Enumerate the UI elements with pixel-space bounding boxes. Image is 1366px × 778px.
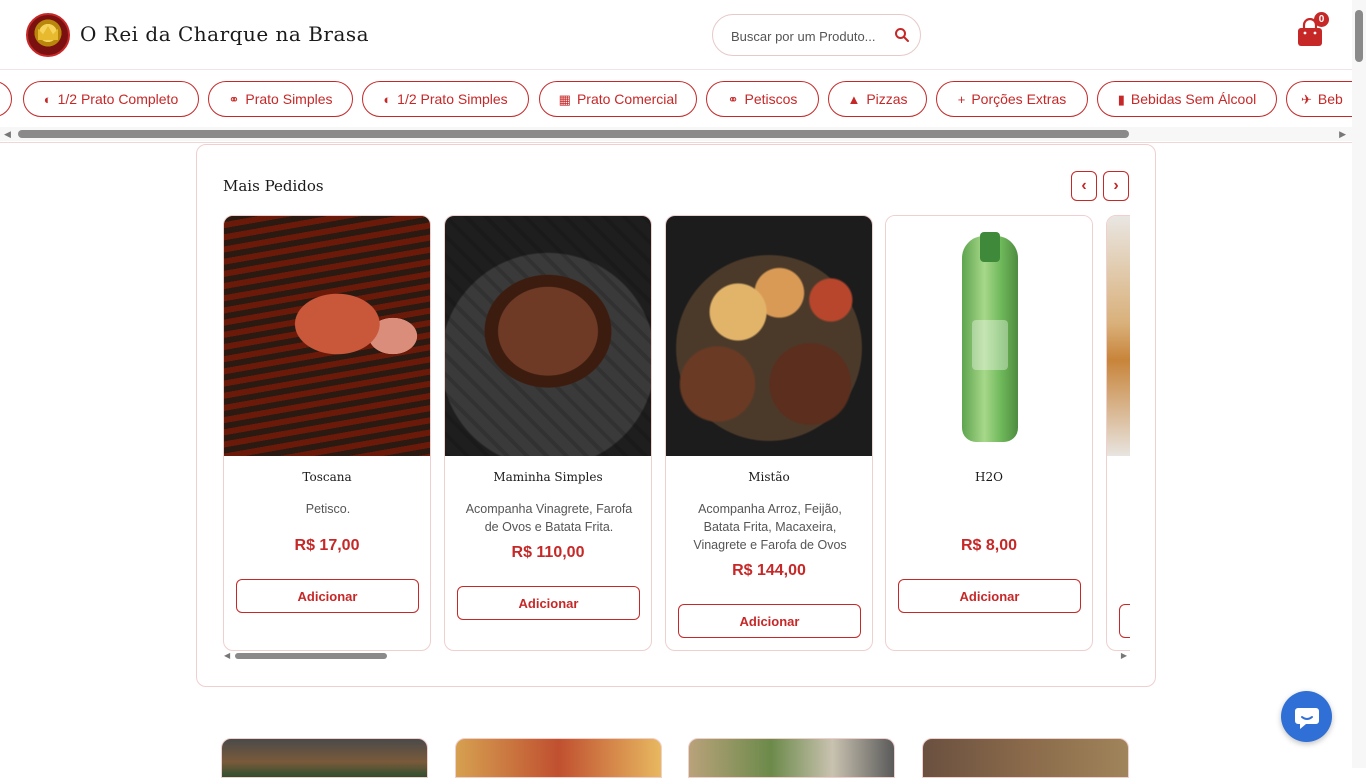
carousel-scrollbar-thumb[interactable] — [235, 653, 387, 659]
page-scrollbar-thumb[interactable] — [1355, 10, 1363, 62]
carousel-scrollbar[interactable]: ◀ ▶ — [223, 650, 1130, 662]
product-name: Maminha Simples — [493, 470, 603, 484]
product-card-thumbnail[interactable] — [688, 738, 895, 778]
brand-name[interactable]: O Rei da Charque na Brasa — [80, 22, 369, 46]
product-card-thumbnail[interactable] — [455, 738, 662, 778]
carousel-next-button[interactable]: › — [1103, 171, 1129, 201]
product-image[interactable] — [886, 216, 1092, 456]
category-chip-prato-simples[interactable]: ⚭ Prato Simples — [208, 81, 353, 117]
product-card-partial[interactable] — [1106, 215, 1130, 651]
add-to-cart-button[interactable]: Adicionar — [898, 579, 1081, 613]
add-to-cart-button[interactable]: Adicionar — [678, 604, 861, 638]
product-card[interactable]: Maminha Simples Acompanha Vinagrete, Far… — [444, 215, 652, 651]
category-label: 1/2 Prato Completo — [57, 91, 179, 107]
add-to-cart-button[interactable] — [1119, 604, 1130, 638]
product-description: Petisco. — [305, 502, 351, 516]
logo-crown-icon[interactable] — [26, 13, 70, 57]
category-chip-prato-comercial[interactable]: ▦ Prato Comercial — [539, 81, 697, 117]
product-name: Toscana — [302, 470, 352, 484]
chat-bubble-icon — [1295, 708, 1319, 729]
carousel-prev-button[interactable]: ‹ — [1071, 171, 1097, 201]
add-to-cart-button[interactable]: Adicionar — [236, 579, 419, 613]
product-image[interactable] — [224, 216, 430, 456]
product-price: R$ 144,00 — [732, 562, 806, 579]
glasses-icon: ✈ — [1301, 91, 1312, 107]
scroll-left-icon[interactable]: ◀ — [224, 651, 230, 660]
product-name: H2O — [975, 470, 1003, 484]
search-icon[interactable] — [894, 27, 910, 43]
product-carousel: Toscana Petisco. R$ 17,00 Adicionar Mami… — [223, 215, 1130, 665]
search-box — [712, 14, 921, 56]
product-description: Acompanha Arroz, Feijão, Batata Frita, M… — [693, 502, 847, 552]
page-scrollbar[interactable] — [1352, 0, 1366, 768]
bottle-image — [962, 232, 1018, 442]
product-card-thumbnail[interactable] — [922, 738, 1129, 778]
chat-button[interactable] — [1281, 691, 1332, 742]
product-price: R$ 110,00 — [511, 544, 585, 561]
pizza-icon: ▲ — [847, 91, 861, 107]
category-label: Prato Simples — [245, 91, 333, 107]
plus-icon: + — [957, 91, 966, 107]
glass-icon: ▮ — [1117, 91, 1125, 107]
section-title: Mais Pedidos — [223, 177, 324, 195]
category-chip-petiscos[interactable]: ⚭ Petiscos — [706, 81, 819, 117]
product-price: R$ 8,00 — [960, 537, 1018, 554]
dish-icon: ⚭ — [727, 91, 739, 107]
cart-count-badge: 0 — [1314, 12, 1329, 27]
product-image[interactable] — [666, 216, 872, 456]
most-ordered-section: Mais Pedidos ‹ › Toscana Petisco. R$ 17,… — [196, 144, 1156, 687]
category-label: Pizzas — [866, 91, 908, 107]
product-description: Acompanha Vinagrete, Farofa de Ovos e Ba… — [465, 502, 633, 534]
product-image[interactable] — [1107, 216, 1130, 456]
header: O Rei da Charque na Brasa 0 — [0, 0, 1352, 70]
category-chip-meio-prato-simples[interactable]: ◐ 1/2 Prato Simples — [362, 81, 529, 117]
category-chip-bebidas-sem-alcool[interactable]: ▮ Bebidas Sem Álcool — [1097, 81, 1277, 117]
add-to-cart-button[interactable]: Adicionar — [457, 586, 640, 620]
dish-icon: ⚭ — [228, 91, 240, 107]
category-label: Porções Extras — [971, 91, 1067, 107]
category-bar: ◐ 1/2 Prato Completo ⚭ Prato Simples ◐ 1… — [0, 71, 1352, 143]
category-chip-pizzas[interactable]: ▲ Pizzas — [828, 81, 927, 117]
scroll-right-icon[interactable]: ▶ — [1121, 651, 1127, 660]
category-scrollbar[interactable]: ◀ ▶ — [0, 127, 1352, 141]
scroll-left-icon[interactable]: ◀ — [4, 129, 11, 140]
category-label: 1/2 Prato Simples — [397, 91, 508, 107]
category-label: Prato Comercial — [576, 91, 678, 107]
half-circle-icon: ◐ — [43, 91, 52, 107]
category-label: Petiscos — [744, 91, 798, 107]
product-card-thumbnail[interactable] — [221, 738, 428, 778]
tray-icon: ▦ — [558, 91, 571, 107]
product-name: Mistão — [748, 470, 790, 484]
scroll-right-icon[interactable]: ▶ — [1339, 129, 1346, 140]
product-card[interactable]: Toscana Petisco. R$ 17,00 Adicionar — [223, 215, 431, 651]
half-circle-icon: ◐ — [383, 91, 392, 107]
category-chip-porcoes-extras[interactable]: + Porções Extras — [936, 81, 1088, 117]
product-price: R$ 17,00 — [294, 537, 360, 554]
product-card[interactable]: H2O R$ 8,00 Adicionar — [885, 215, 1093, 651]
category-label: Beb — [1317, 91, 1343, 107]
scrollbar-thumb[interactable] — [18, 130, 1129, 138]
product-card[interactable]: Mistão Acompanha Arroz, Feijão, Batata F… — [665, 215, 873, 651]
category-chip-meio-prato-completo[interactable]: ◐ 1/2 Prato Completo — [23, 81, 199, 117]
category-label: Bebidas Sem Álcool — [1130, 91, 1257, 107]
product-image[interactable] — [445, 216, 651, 456]
category-chip-partial[interactable] — [0, 81, 12, 117]
search-input[interactable] — [731, 26, 886, 46]
category-chip-bebidas-partial[interactable]: ✈ Beb — [1286, 81, 1352, 117]
